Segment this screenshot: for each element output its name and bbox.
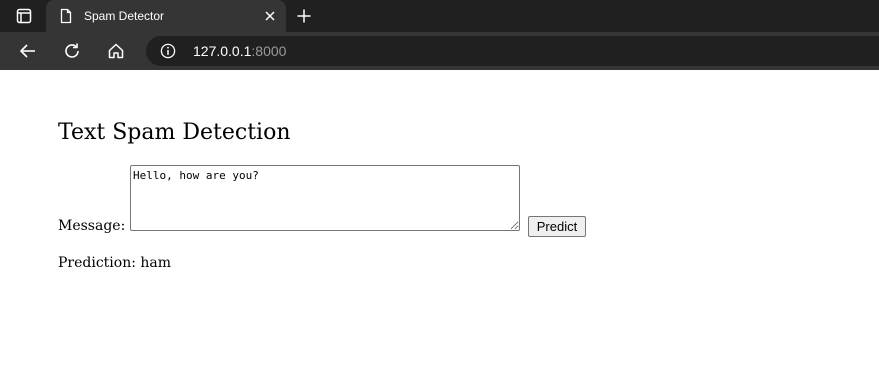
url-host: 127.0.0.1 [193,43,252,59]
predict-button[interactable]: Predict [528,216,586,237]
prediction-label: Prediction: [58,255,136,271]
plus-icon [297,9,311,23]
message-textarea[interactable] [130,165,520,231]
prediction-result: Prediction: ham [58,254,171,272]
tab-close-button[interactable] [262,8,278,24]
info-icon[interactable] [160,43,176,59]
address-bar[interactable]: 127.0.0.1:8000 [146,36,879,66]
url-text[interactable]: 127.0.0.1:8000 [193,36,286,66]
url-port: :8000 [251,43,287,59]
home-icon [108,43,124,59]
tab-strip: Spam Detector [0,0,879,32]
message-label: Message: [58,218,126,234]
back-button[interactable] [14,37,42,65]
document-icon [60,8,72,24]
prediction-value: ham [140,255,172,271]
page-title: Text Spam Detection [58,120,291,145]
home-button[interactable] [102,37,130,65]
new-tab-button[interactable] [292,4,316,28]
reload-button[interactable] [58,37,86,65]
tab-title: Spam Detector [84,9,165,23]
tab-menu-button[interactable] [8,4,40,28]
tab-menu-icon [16,8,32,24]
active-tab[interactable]: Spam Detector [46,0,286,32]
back-arrow-icon [20,44,35,58]
browser-toolbar: 127.0.0.1:8000 [0,32,879,70]
reload-icon [65,43,79,58]
page-content: Text Spam Detection Message: Predict Pre… [0,70,879,388]
close-icon [265,11,275,21]
